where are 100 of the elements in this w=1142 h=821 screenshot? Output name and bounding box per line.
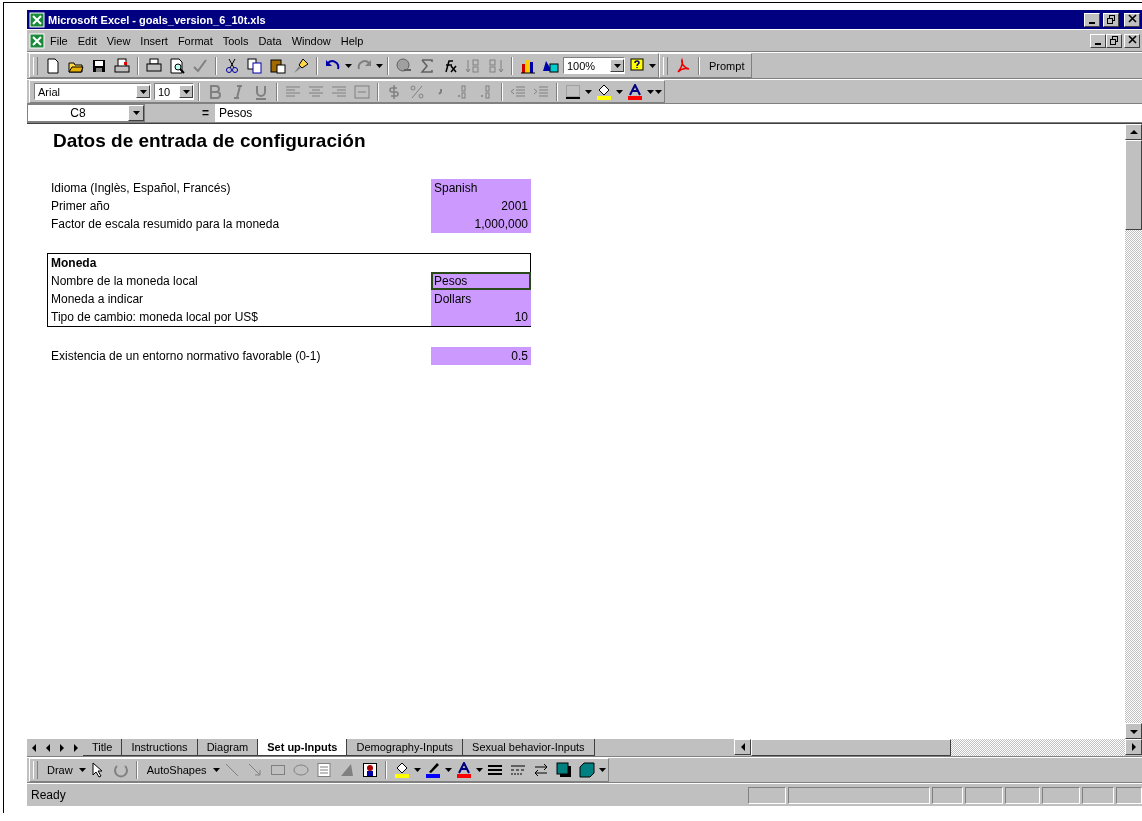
input-cell[interactable]: 2001 bbox=[431, 197, 531, 215]
arrow-icon bbox=[246, 762, 263, 778]
caret-icon bbox=[649, 63, 656, 68]
sum-sigma-icon bbox=[419, 57, 435, 74]
name-box[interactable]: C8 bbox=[27, 104, 145, 122]
arrow-icon bbox=[72, 742, 80, 753]
paintbrush-icon bbox=[293, 57, 309, 74]
3d-box-icon bbox=[578, 762, 595, 778]
sheet-tab[interactable]: Set up-Inputs bbox=[258, 739, 348, 756]
sheet-tab[interactable]: Diagram bbox=[197, 739, 259, 756]
shadow-icon bbox=[555, 762, 572, 778]
status-panel bbox=[1082, 786, 1114, 804]
menu-item[interactable]: Edit bbox=[72, 32, 102, 49]
input-cell[interactable]: Dollars bbox=[431, 290, 531, 308]
close-button[interactable] bbox=[1124, 12, 1140, 27]
zoom-dropdown[interactable]: 100% bbox=[563, 57, 625, 74]
menu-item[interactable]: Format bbox=[172, 32, 218, 49]
fill-bucket-icon bbox=[393, 762, 410, 778]
caret-icon bbox=[585, 89, 592, 94]
vertical-scrollbar[interactable] bbox=[1125, 124, 1142, 739]
input-cell[interactable]: Pesos bbox=[431, 272, 531, 290]
paste-clipboard-icon bbox=[270, 57, 286, 74]
arrow-icon bbox=[1128, 127, 1139, 137]
sheet-tab[interactable]: Title bbox=[83, 739, 123, 756]
status-panel bbox=[1042, 786, 1080, 804]
caret-icon bbox=[613, 63, 621, 68]
menu-item[interactable]: Data bbox=[253, 32, 287, 49]
autoshapes-menu-button[interactable]: AutoShapes bbox=[141, 759, 212, 781]
line-color-pen-icon bbox=[424, 762, 441, 778]
mail-icon bbox=[114, 57, 130, 74]
rectangle-icon bbox=[269, 762, 286, 778]
menu-item[interactable]: Window bbox=[286, 32, 336, 49]
caret-icon bbox=[345, 63, 352, 68]
align-left-icon bbox=[285, 83, 301, 100]
minimize-button[interactable] bbox=[1084, 12, 1100, 27]
status-panel bbox=[965, 786, 1003, 804]
arrow-icon bbox=[44, 742, 52, 753]
horizontal-scrollbar[interactable] bbox=[734, 739, 1142, 756]
caret-icon bbox=[475, 768, 483, 772]
row-label: Moneda a indicar bbox=[50, 291, 145, 308]
ellipse-icon bbox=[292, 762, 309, 778]
window-title: Microsoft Excel - goals_version_6_10t.xls bbox=[48, 13, 267, 26]
copy-icon bbox=[247, 57, 263, 74]
menu-item[interactable]: File bbox=[45, 32, 73, 49]
status-panel bbox=[932, 786, 963, 804]
caret-icon bbox=[78, 768, 86, 772]
bold-icon bbox=[207, 83, 223, 100]
merge-center-icon bbox=[354, 83, 370, 100]
minimize-button[interactable] bbox=[1090, 33, 1106, 48]
currency-dollar-icon bbox=[386, 83, 402, 100]
menu-item[interactable]: View bbox=[101, 32, 136, 49]
close-button[interactable] bbox=[1124, 33, 1140, 48]
borders-icon bbox=[565, 83, 581, 100]
menu-item[interactable]: Tools bbox=[217, 32, 254, 49]
sheet-tab[interactable]: Demography-Inputs bbox=[347, 739, 464, 756]
arrow-style-icon bbox=[532, 762, 549, 778]
sheet-tab[interactable]: Instructions bbox=[122, 739, 198, 756]
formula-field[interactable]: Pesos bbox=[215, 104, 1142, 122]
dash-style-icon bbox=[509, 762, 526, 778]
menu-item[interactable]: Insert bbox=[135, 32, 173, 49]
scroll-thumb[interactable] bbox=[1125, 140, 1142, 230]
scissors-icon bbox=[224, 57, 240, 74]
sheet-tab[interactable]: Sexual behavior-Inputs bbox=[463, 739, 595, 756]
sort-descending-icon bbox=[488, 57, 504, 74]
font-dropdown[interactable]: Arial bbox=[34, 83, 151, 100]
caret-icon bbox=[182, 89, 190, 94]
row-label: Factor de escala resumido para la moneda bbox=[50, 216, 281, 233]
increase-indent-icon bbox=[533, 83, 549, 100]
fill-bucket-icon bbox=[596, 83, 612, 100]
row-label: Existencia de un entorno normativo favorable (0-1) bbox=[50, 348, 322, 365]
sheet-title: Datos de entrada de configuración bbox=[52, 129, 367, 153]
input-cell[interactable]: Spanish bbox=[431, 179, 531, 197]
scroll-thumb[interactable] bbox=[751, 739, 951, 756]
mail-button[interactable] bbox=[111, 55, 133, 76]
status-panel bbox=[1116, 786, 1142, 804]
print-preview-icon bbox=[169, 57, 185, 74]
status-panel bbox=[748, 786, 786, 804]
row-label: Tipo de cambio: moneda local por US$ bbox=[50, 309, 259, 326]
menu-item[interactable]: Help bbox=[335, 32, 369, 49]
draw-menu-button[interactable]: Draw bbox=[42, 759, 78, 781]
restore-button[interactable] bbox=[1106, 33, 1122, 48]
percent-icon bbox=[409, 83, 425, 100]
text-box-icon bbox=[315, 762, 332, 778]
status-panel bbox=[1005, 786, 1040, 804]
input-cell[interactable]: 10 bbox=[431, 308, 531, 326]
caret-icon bbox=[444, 768, 452, 772]
font-size-dropdown[interactable]: 10 bbox=[154, 83, 194, 100]
input-cell[interactable]: 1,000,000 bbox=[431, 215, 531, 233]
caret-icon bbox=[598, 768, 606, 772]
new-document-icon bbox=[45, 57, 61, 74]
arrow-icon bbox=[30, 742, 38, 753]
input-cell[interactable]: 0.5 bbox=[431, 347, 531, 365]
caret-icon bbox=[616, 89, 623, 94]
font-color-icon bbox=[455, 762, 472, 778]
minimize-icon bbox=[1095, 43, 1101, 45]
restore-button[interactable] bbox=[1103, 12, 1119, 27]
row-label: Idioma (Inglès, Español, Francés) bbox=[50, 180, 232, 197]
clip-art-icon bbox=[361, 762, 378, 778]
comma-icon bbox=[438, 88, 442, 95]
caret-icon bbox=[376, 63, 383, 68]
